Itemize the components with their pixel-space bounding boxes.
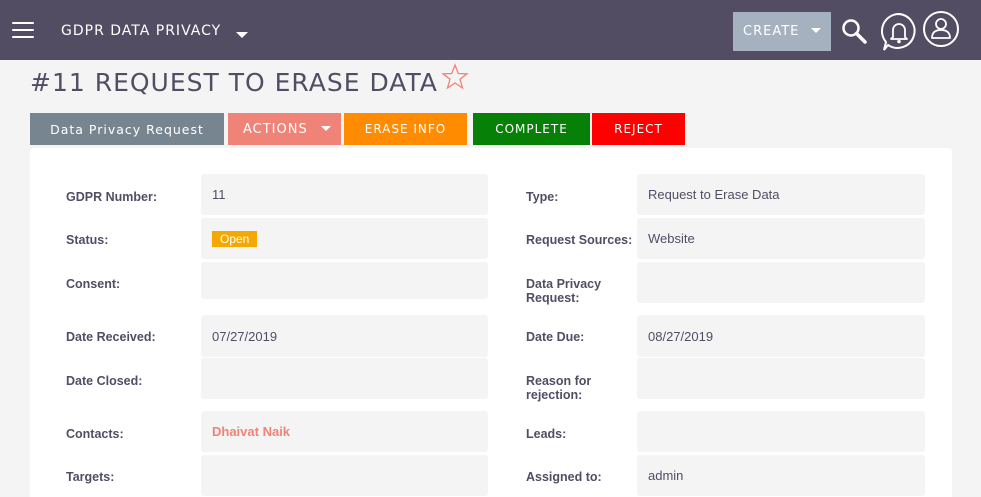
assigned-to-field[interactable]: admin	[637, 455, 925, 496]
date-closed-field[interactable]	[201, 358, 488, 399]
chevron-down-icon	[321, 126, 331, 131]
chevron-down-icon	[811, 28, 821, 33]
contacts-field[interactable]: Dhaivat Naik	[201, 411, 488, 452]
date-received-field[interactable]: 07/27/2019	[201, 315, 488, 357]
assigned-to-value: admin	[648, 468, 684, 483]
type-value: Request to Erase Data	[648, 187, 780, 202]
module-menu[interactable]: GDPR DATA PRIVACY	[61, 23, 221, 39]
reject-button[interactable]: REJECT	[592, 113, 685, 145]
notification-bell-icon[interactable]	[880, 12, 918, 52]
date-due-label: Date Due:	[526, 330, 585, 344]
reason-for-rejection-label: Reason for rejection:	[526, 374, 591, 402]
search-icon[interactable]	[841, 18, 867, 44]
date-received-value: 07/27/2019	[212, 328, 278, 344]
chevron-down-icon[interactable]	[236, 32, 248, 38]
favorite-star-icon[interactable]	[441, 63, 469, 91]
date-closed-label: Date Closed:	[66, 374, 143, 388]
contact-link[interactable]: Dhaivat Naik	[212, 424, 290, 439]
request-sources-value: Website	[648, 231, 695, 246]
actions-label: ACTIONS	[243, 121, 308, 137]
assigned-to-label: Assigned to:	[526, 470, 602, 484]
request-sources-label: Request Sources:	[526, 233, 633, 247]
create-button[interactable]: CREATE	[733, 12, 831, 51]
contacts-label: Contacts:	[66, 427, 124, 441]
tab-data-privacy-request[interactable]: Data Privacy Request	[30, 113, 224, 145]
type-label: Type:	[526, 190, 559, 204]
page-title: #11 REQUEST TO ERASE DATA	[30, 68, 438, 97]
reason-for-rejection-field[interactable]	[637, 358, 925, 399]
consent-label: Consent:	[66, 277, 121, 291]
menu-icon[interactable]	[12, 22, 34, 38]
date-due-value: 08/27/2019	[648, 328, 714, 344]
data-privacy-request-label-line1: Data Privacy	[526, 277, 602, 291]
reason-for-rejection-label-line2: rejection:	[526, 388, 583, 402]
targets-field[interactable]	[201, 455, 488, 496]
data-privacy-request-field[interactable]	[637, 262, 925, 303]
request-sources-field[interactable]: Website	[637, 218, 925, 259]
data-privacy-request-label-line2: Request:	[526, 291, 580, 305]
leads-label: Leads:	[526, 427, 567, 441]
gdpr-number-label: GDPR Number:	[66, 190, 157, 204]
status-badge: Open	[212, 230, 258, 247]
targets-label: Targets:	[66, 470, 115, 484]
reason-for-rejection-label-line1: Reason for	[526, 374, 592, 388]
gdpr-number-field[interactable]: 11	[201, 174, 488, 215]
create-button-label: CREATE	[743, 24, 800, 39]
erase-info-button[interactable]: ERASE INFO	[344, 113, 467, 145]
date-received-label: Date Received:	[66, 330, 156, 344]
leads-field[interactable]	[637, 411, 925, 452]
user-avatar-icon[interactable]	[922, 10, 960, 48]
status-label: Status:	[66, 233, 109, 247]
gdpr-number-value: 11	[212, 187, 226, 202]
consent-field[interactable]	[201, 262, 488, 299]
status-field[interactable]: Open	[201, 218, 488, 259]
complete-button[interactable]: COMPLETE	[473, 113, 590, 145]
top-navigation-bar: GDPR DATA PRIVACY CREATE	[0, 0, 981, 60]
type-field[interactable]: Request to Erase Data	[637, 174, 925, 215]
actions-dropdown-button[interactable]: ACTIONS	[228, 113, 341, 145]
date-due-field[interactable]: 08/27/2019	[637, 315, 925, 357]
data-privacy-request-label: Data Privacy Request:	[526, 277, 601, 305]
